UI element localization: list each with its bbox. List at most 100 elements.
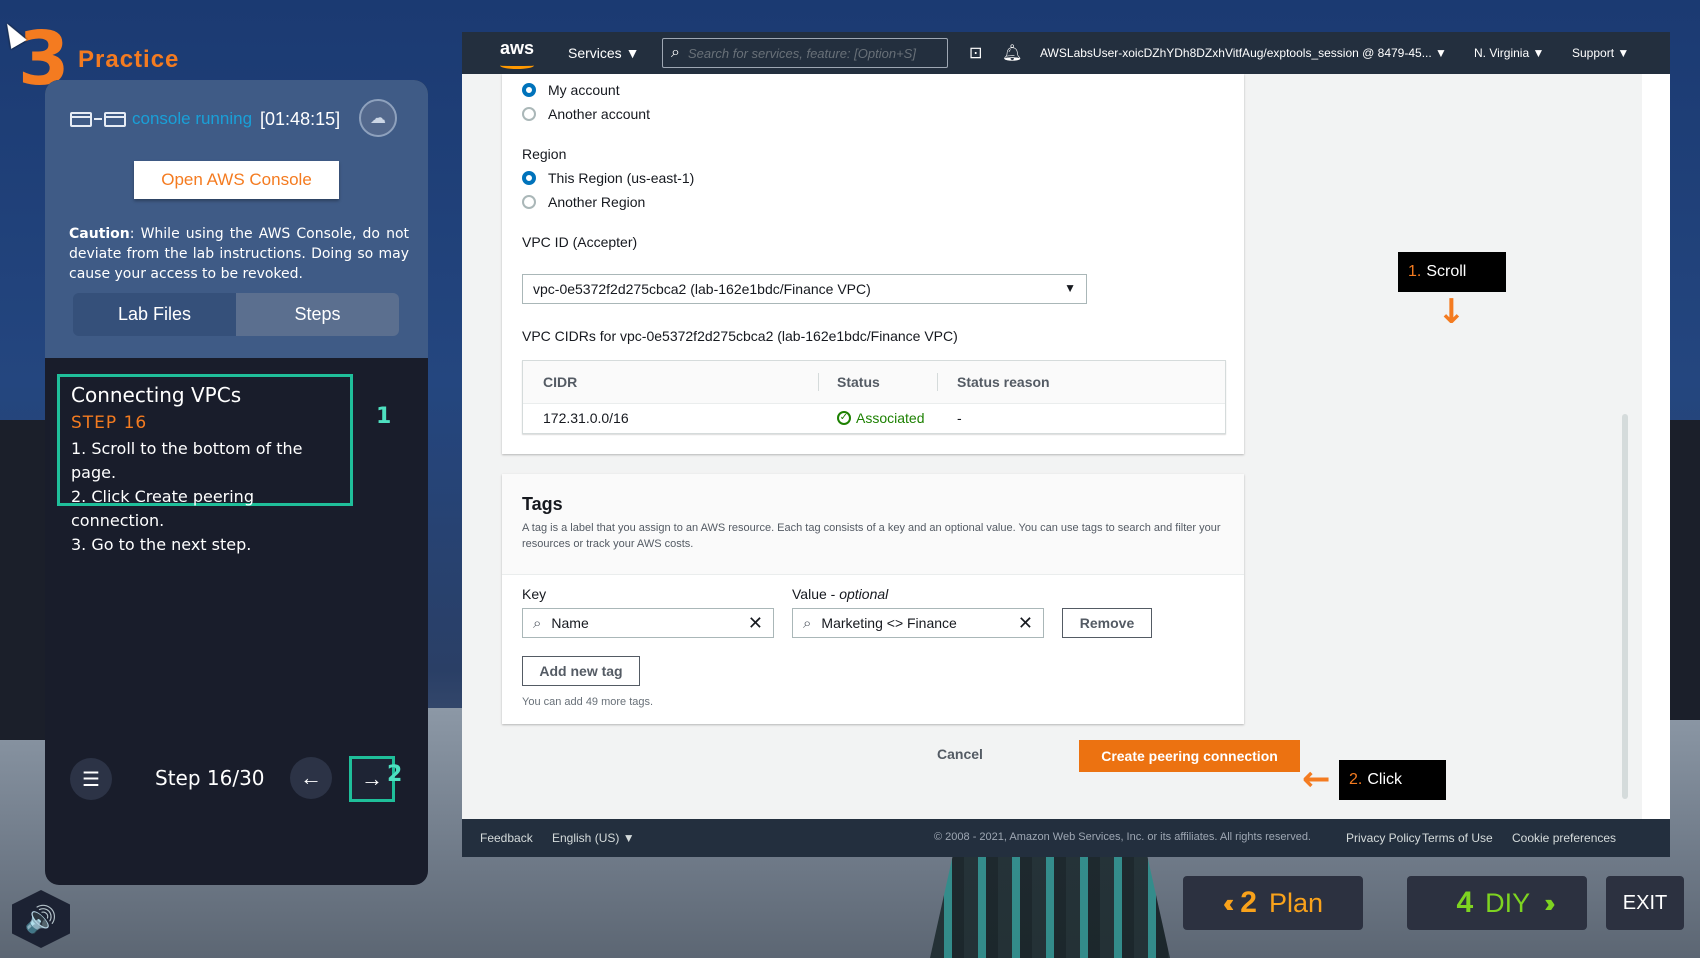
optional-label: optional xyxy=(839,586,889,602)
tag-key-value: Name xyxy=(551,615,589,631)
status-reason-cell: - xyxy=(957,410,962,426)
scene-pedestal xyxy=(930,850,1170,958)
cloud-stop-button[interactable]: ☁ xyxy=(359,99,397,137)
value-label: Value - optional xyxy=(792,586,888,602)
exit-button[interactable]: EXIT xyxy=(1606,876,1684,930)
vpc-cidrs-label: VPC CIDRs for vpc-0e5372f2d275cbca2 (lab… xyxy=(522,328,958,344)
add-new-tag-button[interactable]: Add new tag xyxy=(522,656,640,686)
create-peering-connection-button[interactable]: Create peering connection xyxy=(1079,740,1300,772)
arrow-left-icon: ← xyxy=(1302,759,1331,799)
remove-tag-button[interactable]: Remove xyxy=(1062,608,1152,638)
clear-icon[interactable]: ✕ xyxy=(748,613,763,634)
aws-top-nav: aws Services ▼ ⌕ Search for services, fe… xyxy=(462,32,1670,74)
tags-header: Tags A tag is a label that you assign to… xyxy=(502,474,1244,575)
tab-lab-files[interactable]: Lab Files xyxy=(73,293,236,336)
console-status: console running xyxy=(132,109,253,128)
callout-text: Scroll xyxy=(1426,263,1467,280)
language-select[interactable]: English (US) ▼ xyxy=(552,831,635,845)
radio-label: My account xyxy=(548,82,620,98)
steps-list-button[interactable]: ☰ xyxy=(70,758,112,800)
console-controls: console running [01:48:15] ☁ Open AWS Co… xyxy=(45,80,428,358)
feedback-link[interactable]: Feedback xyxy=(480,831,533,845)
service-search-input[interactable]: ⌕ Search for services, feature: [Option+… xyxy=(662,38,948,68)
vpc-id-select[interactable]: vpc-0e5372f2d275cbca2 (lab-162e1bdc/Fina… xyxy=(522,274,1087,304)
radio-another-account[interactable]: Another account xyxy=(522,106,650,122)
aws-logo[interactable]: aws xyxy=(500,38,535,69)
step-instruction: 2. Click Create peering connection. xyxy=(71,487,254,530)
peering-settings-card: My account Another account Region This R… xyxy=(502,74,1244,454)
column-header: Status xyxy=(837,374,880,390)
cloudshell-icon[interactable]: ⊡ xyxy=(969,43,982,63)
speaker-icon: 🔊 xyxy=(24,903,58,934)
radio-selected[interactable] xyxy=(522,83,536,97)
open-aws-console-button[interactable]: Open AWS Console xyxy=(134,161,339,199)
radio-label: This Region (us-east-1) xyxy=(548,170,695,186)
support-menu[interactable]: Support ▼ xyxy=(1572,46,1629,60)
cancel-button[interactable]: Cancel xyxy=(937,746,983,762)
previous-step-button[interactable]: ← xyxy=(290,757,332,799)
radio-unselected[interactable] xyxy=(522,195,536,209)
privacy-policy-link[interactable]: Privacy Policy xyxy=(1346,831,1421,845)
column-header: CIDR xyxy=(543,374,578,390)
cidr-table: CIDR Status Status reason 172.31.0.0/16 … xyxy=(522,360,1226,434)
diy-number: 4 xyxy=(1456,886,1474,919)
section-title: Practice xyxy=(78,46,180,73)
radio-another-region[interactable]: Another Region xyxy=(522,194,645,210)
double-chevron-left-icon: ‹‹ xyxy=(1222,887,1235,918)
diy-section-button[interactable]: 4 DIY ›› xyxy=(1407,876,1587,930)
scrollbar[interactable] xyxy=(1622,414,1628,799)
radio-selected[interactable] xyxy=(522,171,536,185)
connection-icon xyxy=(94,118,102,120)
radio-unselected[interactable] xyxy=(522,107,536,121)
aws-footer: Feedback English (US) ▼ © 2008 - 2021, A… xyxy=(462,819,1670,857)
window-icon xyxy=(70,111,92,127)
scroll-callout: 1. Scroll xyxy=(1398,252,1506,292)
clear-icon[interactable]: ✕ xyxy=(1018,613,1033,634)
radio-this-region[interactable]: This Region (us-east-1) xyxy=(522,170,694,186)
step-counter: Step 16/30 xyxy=(155,766,265,790)
tag-key-input[interactable]: ⌕ Name ✕ xyxy=(522,608,774,638)
console-status-row: console running [01:48:15] xyxy=(70,104,340,134)
callout-number: 2. xyxy=(1349,771,1363,788)
caution-label: Caution xyxy=(69,226,130,242)
lab-side-panel: console running [01:48:15] ☁ Open AWS Co… xyxy=(45,80,428,885)
cookie-preferences-link[interactable]: Cookie preferences xyxy=(1512,831,1616,845)
check-circle-icon: ✓ xyxy=(837,411,851,425)
region-label: Region xyxy=(522,146,567,162)
terms-of-use-link[interactable]: Terms of Use xyxy=(1422,831,1493,845)
caret-down-icon: ▼ xyxy=(1064,281,1076,295)
services-menu[interactable]: Services ▼ xyxy=(568,45,639,61)
step-title: Connecting VPCs xyxy=(71,383,242,407)
search-icon: ⌕ xyxy=(803,614,812,632)
step-instruction: 1. Scroll to the bottom of the page. xyxy=(71,439,303,482)
panel-tabs: Lab Files Steps xyxy=(73,293,399,336)
list-icon: ☰ xyxy=(82,768,100,791)
callout-marker-2: 2 xyxy=(387,762,403,787)
key-label: Key xyxy=(522,586,547,602)
region-menu[interactable]: N. Virginia ▼ xyxy=(1474,46,1544,60)
tag-value-input[interactable]: ⌕ Marketing <> Finance ✕ xyxy=(792,608,1044,638)
arrow-down-icon: ↓ xyxy=(1437,292,1466,332)
account-menu[interactable]: AWSLabsUser-xoicDZhYDh8DZxhVitfAug/expto… xyxy=(1040,46,1447,60)
arrow-left-icon: ← xyxy=(300,765,322,790)
search-placeholder: Search for services, feature: [Option+S] xyxy=(687,45,916,61)
step-card: Connecting VPCs STEP 16 1. Scroll to the… xyxy=(57,374,353,554)
radio-label: Another Region xyxy=(548,194,646,210)
console-timer: [01:48:15] xyxy=(260,108,341,129)
callout-marker-1: 1 xyxy=(376,404,392,429)
tag-value-value: Marketing <> Finance xyxy=(821,615,957,631)
plan-section-button[interactable]: ‹‹ 2 Plan xyxy=(1183,876,1363,930)
vpc-id-value: vpc-0e5372f2d275cbca2 (lab-162e1bdc/Fina… xyxy=(533,281,871,297)
aws-page-content: My account Another account Region This R… xyxy=(462,74,1642,819)
search-icon: ⌕ xyxy=(671,44,680,61)
bell-icon[interactable]: 🔔︎ xyxy=(1002,43,1022,63)
radio-my-account[interactable]: My account xyxy=(522,82,620,98)
column-divider xyxy=(818,373,819,391)
aws-console-frame: aws Services ▼ ⌕ Search for services, fe… xyxy=(462,32,1670,857)
click-callout: 2. Click xyxy=(1339,760,1446,800)
tags-title: Tags xyxy=(522,494,563,514)
status-cell: ✓ Associated xyxy=(837,403,924,433)
search-icon: ⌕ xyxy=(533,614,542,632)
tab-steps[interactable]: Steps xyxy=(236,293,399,336)
double-chevron-right-icon: ›› xyxy=(1544,887,1556,918)
